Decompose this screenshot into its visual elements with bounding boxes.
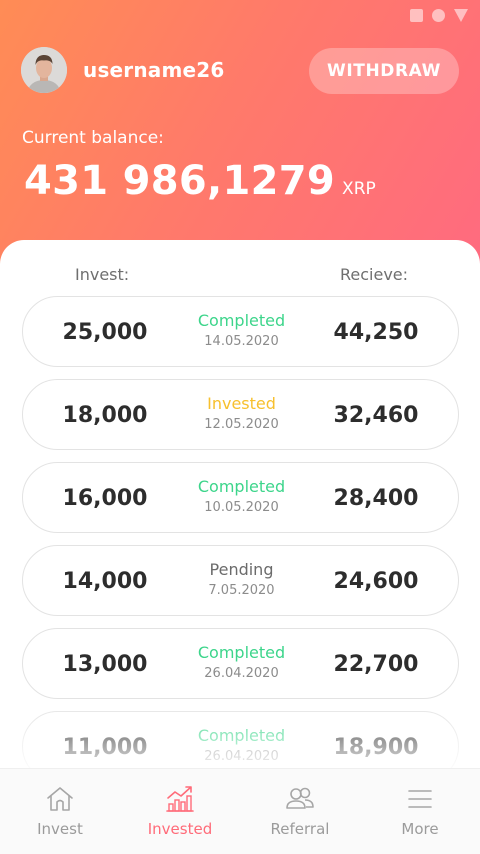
invest-amount: 13,000: [62, 652, 148, 677]
transaction-status-block: Completed 14.05.2020: [163, 311, 320, 352]
transaction-row[interactable]: 13,000 Completed 26.04.2020 22,700: [22, 628, 459, 699]
transaction-row[interactable]: 25,000 Completed 14.05.2020 44,250: [22, 296, 459, 367]
status-text: Completed: [197, 477, 286, 496]
square-icon: [410, 9, 423, 22]
transaction-status-block: Pending 7.05.2020: [163, 560, 320, 601]
transactions-panel: Invest: Recieve: 25,000 Completed 14.05.…: [0, 240, 480, 854]
transaction-status-block: Completed 26.04.2020: [163, 726, 320, 767]
status-text: Completed: [197, 726, 286, 745]
receive-column-header: Recieve:: [340, 265, 409, 284]
invest-column-header: Invest:: [75, 265, 130, 284]
username: username26: [83, 58, 225, 82]
invest-amount: 18,000: [62, 403, 148, 428]
nav-referral[interactable]: Referral: [240, 769, 360, 854]
system-status-icons: [410, 9, 468, 22]
withdraw-button[interactable]: WITHDRAW: [309, 48, 459, 94]
menu-icon: [408, 790, 432, 808]
invest-amount: 25,000: [62, 320, 148, 345]
invest-amount: 14,000: [62, 569, 148, 594]
nav-more[interactable]: More: [360, 769, 480, 854]
transaction-date: 26.04.2020: [204, 666, 279, 681]
status-text: Completed: [197, 643, 286, 662]
users-icon: [286, 787, 314, 809]
transaction-row[interactable]: 18,000 Invested 12.05.2020 32,460: [22, 379, 459, 450]
triangle-icon: [454, 9, 468, 22]
transaction-date: 7.05.2020: [208, 583, 275, 598]
nav-invested[interactable]: Invested: [120, 769, 240, 854]
home-icon: [47, 787, 73, 811]
nav-label: More: [401, 820, 439, 838]
nav-label: Invest: [37, 820, 83, 838]
nav-label: Invested: [147, 820, 213, 838]
avatar-image: [21, 47, 67, 93]
status-text: Invested: [207, 394, 276, 413]
transaction-row[interactable]: 16,000 Completed 10.05.2020 28,400: [22, 462, 459, 533]
balance-label: Current balance:: [22, 128, 164, 148]
balance-value: 431 986,1279: [24, 158, 336, 204]
receive-amount: 22,700: [333, 652, 419, 677]
transaction-date: 14.05.2020: [204, 334, 279, 349]
transaction-status-block: Completed 26.04.2020: [163, 643, 320, 684]
transaction-date: 12.05.2020: [204, 417, 279, 432]
bottom-navigation: Invest Invested Referral More: [0, 768, 480, 854]
receive-amount: 28,400: [333, 486, 419, 511]
nav-label: Referral: [270, 820, 330, 838]
status-text: Pending: [209, 560, 274, 579]
balance: 431 986,1279 XRP: [24, 158, 376, 204]
transaction-status-block: Completed 10.05.2020: [163, 477, 320, 518]
transaction-date: 26.04.2020: [204, 749, 279, 764]
invest-amount: 16,000: [62, 486, 148, 511]
chart-icon: [166, 786, 194, 812]
transaction-date: 10.05.2020: [204, 500, 279, 515]
circle-icon: [432, 9, 445, 22]
transaction-row[interactable]: 14,000 Pending 7.05.2020 24,600: [22, 545, 459, 616]
nav-invest[interactable]: Invest: [0, 769, 120, 854]
receive-amount: 24,600: [333, 569, 419, 594]
receive-amount: 32,460: [333, 403, 419, 428]
avatar[interactable]: [21, 47, 67, 93]
receive-amount: 44,250: [333, 320, 419, 345]
transaction-status-block: Invested 12.05.2020: [163, 394, 320, 435]
status-text: Completed: [197, 311, 286, 330]
balance-unit: XRP: [342, 179, 376, 199]
